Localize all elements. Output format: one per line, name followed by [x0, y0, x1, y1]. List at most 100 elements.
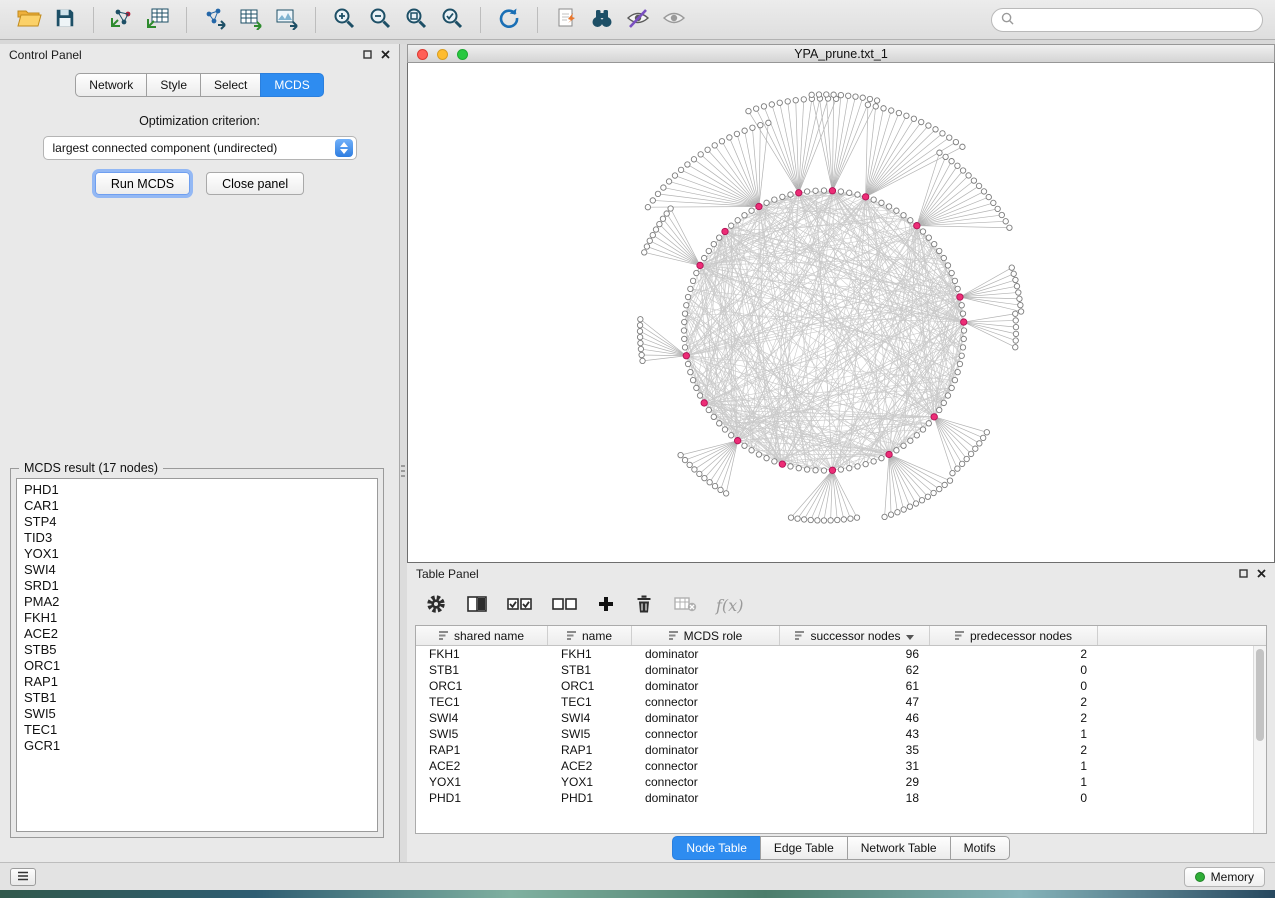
- network-canvas-svg[interactable]: [408, 63, 1274, 562]
- zoom-out-button[interactable]: [363, 5, 397, 35]
- clone-network-button[interactable]: [549, 5, 583, 35]
- table-row[interactable]: ORC1ORC1dominator610: [416, 678, 1266, 694]
- list-item[interactable]: GCR1: [17, 738, 377, 754]
- select-all-button[interactable]: [507, 596, 533, 615]
- deselect-all-button[interactable]: [552, 596, 578, 615]
- hide-selected-button[interactable]: [621, 5, 655, 35]
- export-network-button[interactable]: [198, 5, 232, 35]
- list-item[interactable]: RAP1: [17, 674, 377, 690]
- delete-column-button[interactable]: [634, 594, 654, 617]
- list-item[interactable]: SRD1: [17, 578, 377, 594]
- delete-table-button[interactable]: [673, 595, 697, 616]
- run-mcds-button[interactable]: Run MCDS: [95, 172, 190, 195]
- show-columns-button[interactable]: [466, 594, 488, 617]
- network-titlebar: YPA_prune.txt_1: [407, 44, 1275, 63]
- tab-node-table[interactable]: Node Table: [672, 836, 760, 860]
- float-panel-icon[interactable]: [363, 48, 372, 62]
- close-window-icon[interactable]: [417, 49, 428, 60]
- apply-layout-button[interactable]: [492, 5, 526, 35]
- search-network-button[interactable]: [585, 5, 619, 35]
- column-header-mcds-role[interactable]: MCDS role: [632, 626, 780, 645]
- list-item[interactable]: YOX1: [17, 546, 377, 562]
- import-table-button[interactable]: [141, 5, 175, 35]
- close-panel-icon[interactable]: [1257, 567, 1266, 581]
- float-panel-icon[interactable]: [1239, 567, 1248, 581]
- minimize-window-icon[interactable]: [437, 49, 448, 60]
- tab-edge-table[interactable]: Edge Table: [760, 836, 847, 860]
- right-area: YPA_prune.txt_1 Table Panel: [407, 44, 1275, 862]
- status-bar: Memory: [0, 862, 1275, 890]
- table-row[interactable]: ACE2ACE2connector311: [416, 758, 1266, 774]
- table-cell: PHD1: [416, 791, 548, 805]
- column-header-shared-name[interactable]: shared name: [416, 626, 548, 645]
- tab-network-table[interactable]: Network Table: [847, 836, 950, 860]
- open-file-button[interactable]: [12, 5, 46, 35]
- criterion-dropdown[interactable]: largest connected component (undirected): [43, 136, 357, 160]
- close-panel-icon[interactable]: [381, 48, 390, 62]
- control-panel-header: Control Panel: [0, 44, 399, 66]
- zoom-fit-button[interactable]: [399, 5, 433, 35]
- function-builder-button[interactable]: f(x): [716, 596, 743, 615]
- list-item[interactable]: TEC1: [17, 722, 377, 738]
- criterion-dropdown-value: largest connected component (undirected): [44, 141, 335, 155]
- table-cell: 18: [780, 791, 930, 805]
- list-item[interactable]: PHD1: [17, 482, 377, 498]
- table-row[interactable]: TEC1TEC1connector472: [416, 694, 1266, 710]
- add-column-button[interactable]: [597, 595, 615, 616]
- column-header-name[interactable]: name: [548, 626, 632, 645]
- list-item[interactable]: STB1: [17, 690, 377, 706]
- scrollbar-thumb[interactable]: [1256, 649, 1264, 741]
- import-network-button[interactable]: [105, 5, 139, 35]
- export-table-button[interactable]: [234, 5, 268, 35]
- tab-mcds[interactable]: MCDS: [260, 73, 323, 97]
- table-cell: connector: [632, 727, 780, 741]
- list-item[interactable]: FKH1: [17, 610, 377, 626]
- mcds-result-list[interactable]: PHD1CAR1STP4TID3YOX1SWI4SRD1PMA2FKH1ACE2…: [16, 478, 378, 832]
- list-item[interactable]: SWI5: [17, 706, 377, 722]
- panel-splitter[interactable]: [400, 44, 407, 862]
- table-cell: YOX1: [416, 775, 548, 789]
- save-session-button[interactable]: [48, 5, 82, 35]
- tab-network[interactable]: Network: [75, 73, 146, 97]
- list-item[interactable]: CAR1: [17, 498, 377, 514]
- close-panel-button[interactable]: Close panel: [206, 172, 304, 195]
- list-item[interactable]: TID3: [17, 530, 377, 546]
- export-image-button[interactable]: [270, 5, 304, 35]
- column-label: predecessor nodes: [970, 629, 1072, 643]
- memory-button[interactable]: Memory: [1184, 867, 1265, 887]
- table-row[interactable]: STB1STB1dominator620: [416, 662, 1266, 678]
- zoom-out-icon: [368, 6, 392, 33]
- maximize-window-icon[interactable]: [457, 49, 468, 60]
- panel-menu-button[interactable]: [10, 868, 36, 886]
- search-input[interactable]: [1020, 13, 1253, 27]
- table-panel-title: Table Panel: [416, 567, 479, 581]
- list-item[interactable]: SWI4: [17, 562, 377, 578]
- tab-select[interactable]: Select: [200, 73, 260, 97]
- sort-icon: [439, 629, 449, 643]
- table-settings-button[interactable]: [425, 593, 447, 618]
- column-header-predecessor-nodes[interactable]: predecessor nodes: [930, 626, 1098, 645]
- table-row[interactable]: FKH1FKH1dominator962: [416, 646, 1266, 662]
- list-item[interactable]: STP4: [17, 514, 377, 530]
- table-row[interactable]: PHD1PHD1dominator180: [416, 790, 1266, 806]
- table-panel-header: Table Panel: [407, 563, 1275, 585]
- table-cell: 1: [930, 759, 1098, 773]
- tab-style[interactable]: Style: [146, 73, 200, 97]
- network-canvas[interactable]: [407, 63, 1275, 563]
- table-row[interactable]: SWI5SWI5connector431: [416, 726, 1266, 742]
- list-item[interactable]: ORC1: [17, 658, 377, 674]
- table-row[interactable]: RAP1RAP1dominator352: [416, 742, 1266, 758]
- table-row[interactable]: SWI4SWI4dominator462: [416, 710, 1266, 726]
- column-header-successor-nodes[interactable]: successor nodes: [780, 626, 930, 645]
- list-item[interactable]: PMA2: [17, 594, 377, 610]
- refresh-icon: [497, 6, 521, 33]
- table-row[interactable]: YOX1YOX1connector291: [416, 774, 1266, 790]
- tab-motifs[interactable]: Motifs: [950, 836, 1010, 860]
- zoom-in-button[interactable]: [327, 5, 361, 35]
- list-item[interactable]: ACE2: [17, 626, 377, 642]
- show-all-button[interactable]: [657, 5, 691, 35]
- main-toolbar: [0, 0, 1275, 40]
- table-scrollbar[interactable]: [1253, 646, 1266, 833]
- list-item[interactable]: STB5: [17, 642, 377, 658]
- zoom-selected-button[interactable]: [435, 5, 469, 35]
